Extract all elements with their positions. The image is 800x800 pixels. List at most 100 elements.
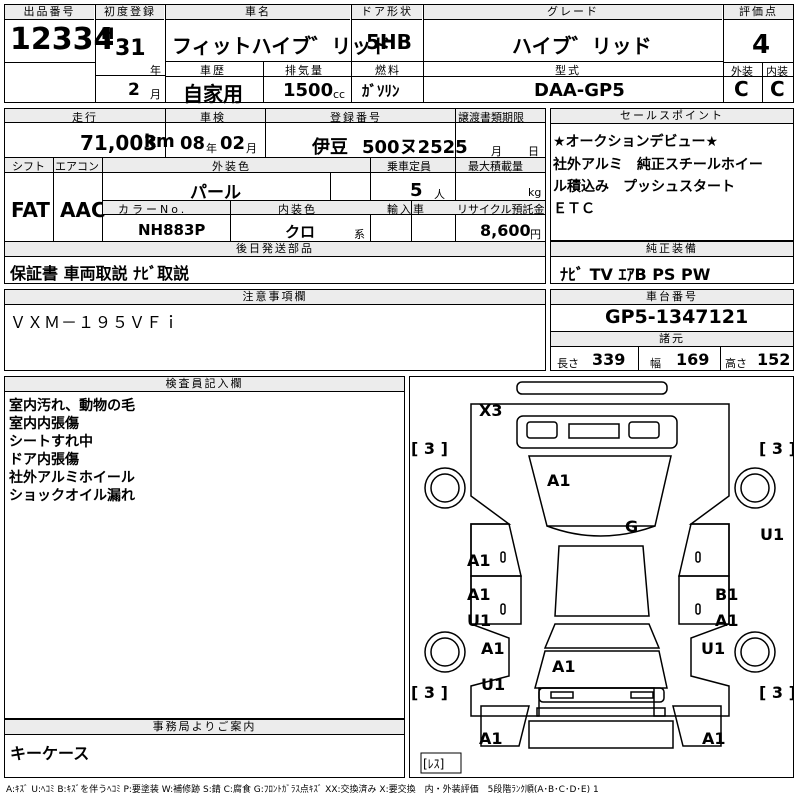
damage-mark: U1 — [481, 675, 505, 694]
width: 169 — [676, 350, 710, 369]
score: 4 — [752, 30, 771, 60]
mileage-label: 走行 — [72, 111, 98, 124]
damage-mark: A1 — [552, 657, 576, 676]
width-label: 幅 — [650, 357, 661, 370]
damage-mark: A1 — [467, 585, 491, 604]
tire-mark: [ 3 ] — [759, 683, 794, 702]
car-name-label: 車名 — [166, 5, 350, 20]
specs-label: 諸元 — [551, 332, 793, 347]
damage-mark: A1 — [715, 611, 739, 630]
equipment-label: 純正装備 — [551, 242, 793, 257]
chassis-label: 車台番号 — [551, 290, 793, 305]
interior-color: クロ — [285, 223, 316, 241]
first-reg-month: 2 — [128, 80, 140, 100]
damage-mark: A1 — [479, 729, 503, 748]
height-label: 高さ — [725, 357, 747, 370]
displacement-label: 排気量 — [285, 64, 324, 77]
equipment: ﾅﾋﾞ TV ｴｱB PS PW — [560, 265, 711, 284]
grade: ハイブ゛リッド — [512, 34, 652, 58]
door-label: ドア形状 — [352, 5, 422, 20]
sales-point-line: ＥＴＣ — [553, 201, 595, 217]
inspection-year-unit: 年 — [206, 142, 217, 155]
displacement: 1500 — [283, 80, 334, 101]
int-score: C — [770, 77, 785, 101]
damage-mark: A1 — [547, 471, 571, 490]
interior-unit: 系 — [354, 228, 365, 241]
length: 339 — [592, 350, 626, 369]
chassis-number: GP5-1347121 — [605, 306, 749, 328]
color-no-label: カラーNo. — [118, 203, 188, 216]
later-parts-label: 後日発送部品 — [5, 242, 545, 257]
plate-number: 500ヌ2525 — [362, 137, 468, 158]
sales-points-box — [550, 108, 794, 241]
first-reg-month-unit: 月 — [150, 88, 161, 101]
legend: A:ｷｽﾞ U:ﾍｺﾐ B:ｷｽﾞを伴うﾍｺﾐ P:要塗装 W:補修跡 S:錆 … — [6, 785, 599, 795]
first-reg-label: 初度登録 — [96, 5, 164, 20]
model-code: DAA-GP5 — [534, 80, 625, 101]
damage-mark: B1 — [715, 585, 738, 604]
damage-mark: U1 — [467, 611, 491, 630]
recycle-label: リサイクル預託金 — [457, 203, 545, 216]
first-reg-era: H — [101, 24, 115, 43]
color-no: NH883P — [138, 221, 206, 239]
inspector-line: 社外アルミホイール — [9, 470, 135, 486]
lot-number: 12334 — [10, 22, 115, 57]
inspector-label: 検査員記入欄 — [5, 377, 404, 392]
model-code-label: 型式 — [555, 64, 581, 77]
office-label: 事務局よりご案内 — [5, 720, 404, 735]
plate-label: 登録番号 — [330, 111, 382, 124]
inspector-line: 室内内張傷 — [9, 416, 79, 432]
history-label: 車歴 — [200, 64, 226, 77]
inspection-year: 08 — [180, 133, 206, 154]
damage-mark: X3 — [479, 401, 502, 420]
recycle-unit: 円 — [530, 228, 541, 241]
first-reg-year: 31 — [115, 36, 146, 61]
tire-mark: [ 3 ] — [411, 683, 448, 702]
caution-label: 注意事項欄 — [5, 290, 545, 305]
fuel: ｶﾞｿﾘﾝ — [362, 82, 400, 100]
height: 152 — [757, 350, 791, 369]
sales-point-line: ★オークションデビュー★ — [553, 134, 719, 150]
transfer-label: 譲渡書類期限 — [458, 111, 524, 124]
damage-mark: G — [625, 517, 638, 536]
grade-label: グレード — [424, 5, 722, 20]
ext-score: C — [734, 77, 749, 101]
inspection-month-unit: 月 — [246, 142, 257, 155]
inspector-line: ドア内張傷 — [9, 452, 79, 468]
spare-tire: [ﾚｽ] — [423, 757, 444, 771]
inspector-line: シートすれ中 — [9, 434, 93, 450]
import-label: 輸入車 — [387, 203, 426, 216]
load-unit: kg — [528, 186, 542, 199]
aircon: AAC — [60, 198, 106, 222]
tire-mark: [ 3 ] — [759, 439, 794, 458]
interior-label: 内装色 — [278, 203, 317, 216]
car-diagram: X3 A1 G A1 U1 A1 B1 U1 A1 A1 U1 A1 U1 A1… — [411, 381, 794, 774]
sales-point-line: ル積込み プッシュスタート — [553, 179, 735, 195]
inspection-label: 車検 — [200, 111, 226, 124]
score-label: 評価点 — [724, 5, 793, 20]
tire-mark: [ 3 ] — [411, 439, 448, 458]
sales-point-line: 社外アルミ 純正スチールホイー — [553, 157, 763, 173]
car-name: フィットハイブ゛リッド — [172, 34, 392, 58]
shift: FAT — [11, 198, 50, 222]
damage-mark: U1 — [760, 525, 784, 544]
sales-points-label: セールスポイント — [551, 109, 793, 124]
displacement-unit: cc — [333, 88, 346, 101]
caution-text: ＶＸＭ－１９５ＶＦｉ — [10, 313, 181, 332]
mileage-unit: km — [144, 131, 175, 152]
damage-mark: U1 — [701, 639, 725, 658]
damage-mark: A1 — [481, 639, 505, 658]
fuel-label: 燃料 — [375, 64, 401, 77]
inspector-line: 室内汚れ、動物の毛 — [9, 398, 136, 414]
damage-mark: A1 — [467, 551, 491, 570]
length-label: 長さ — [557, 357, 579, 370]
damage-mark: A1 — [702, 729, 726, 748]
inspection-month: 02 — [220, 133, 246, 154]
recycle: 8,600 — [480, 221, 531, 240]
office-text: キーケース — [10, 744, 90, 763]
door-type: 5HB — [366, 30, 412, 54]
capacity: 5 — [410, 180, 423, 201]
plate-area: 伊豆 — [312, 137, 348, 158]
inspector-line: ショックオイル漏れ — [9, 488, 135, 504]
history: 自家用 — [183, 82, 243, 106]
